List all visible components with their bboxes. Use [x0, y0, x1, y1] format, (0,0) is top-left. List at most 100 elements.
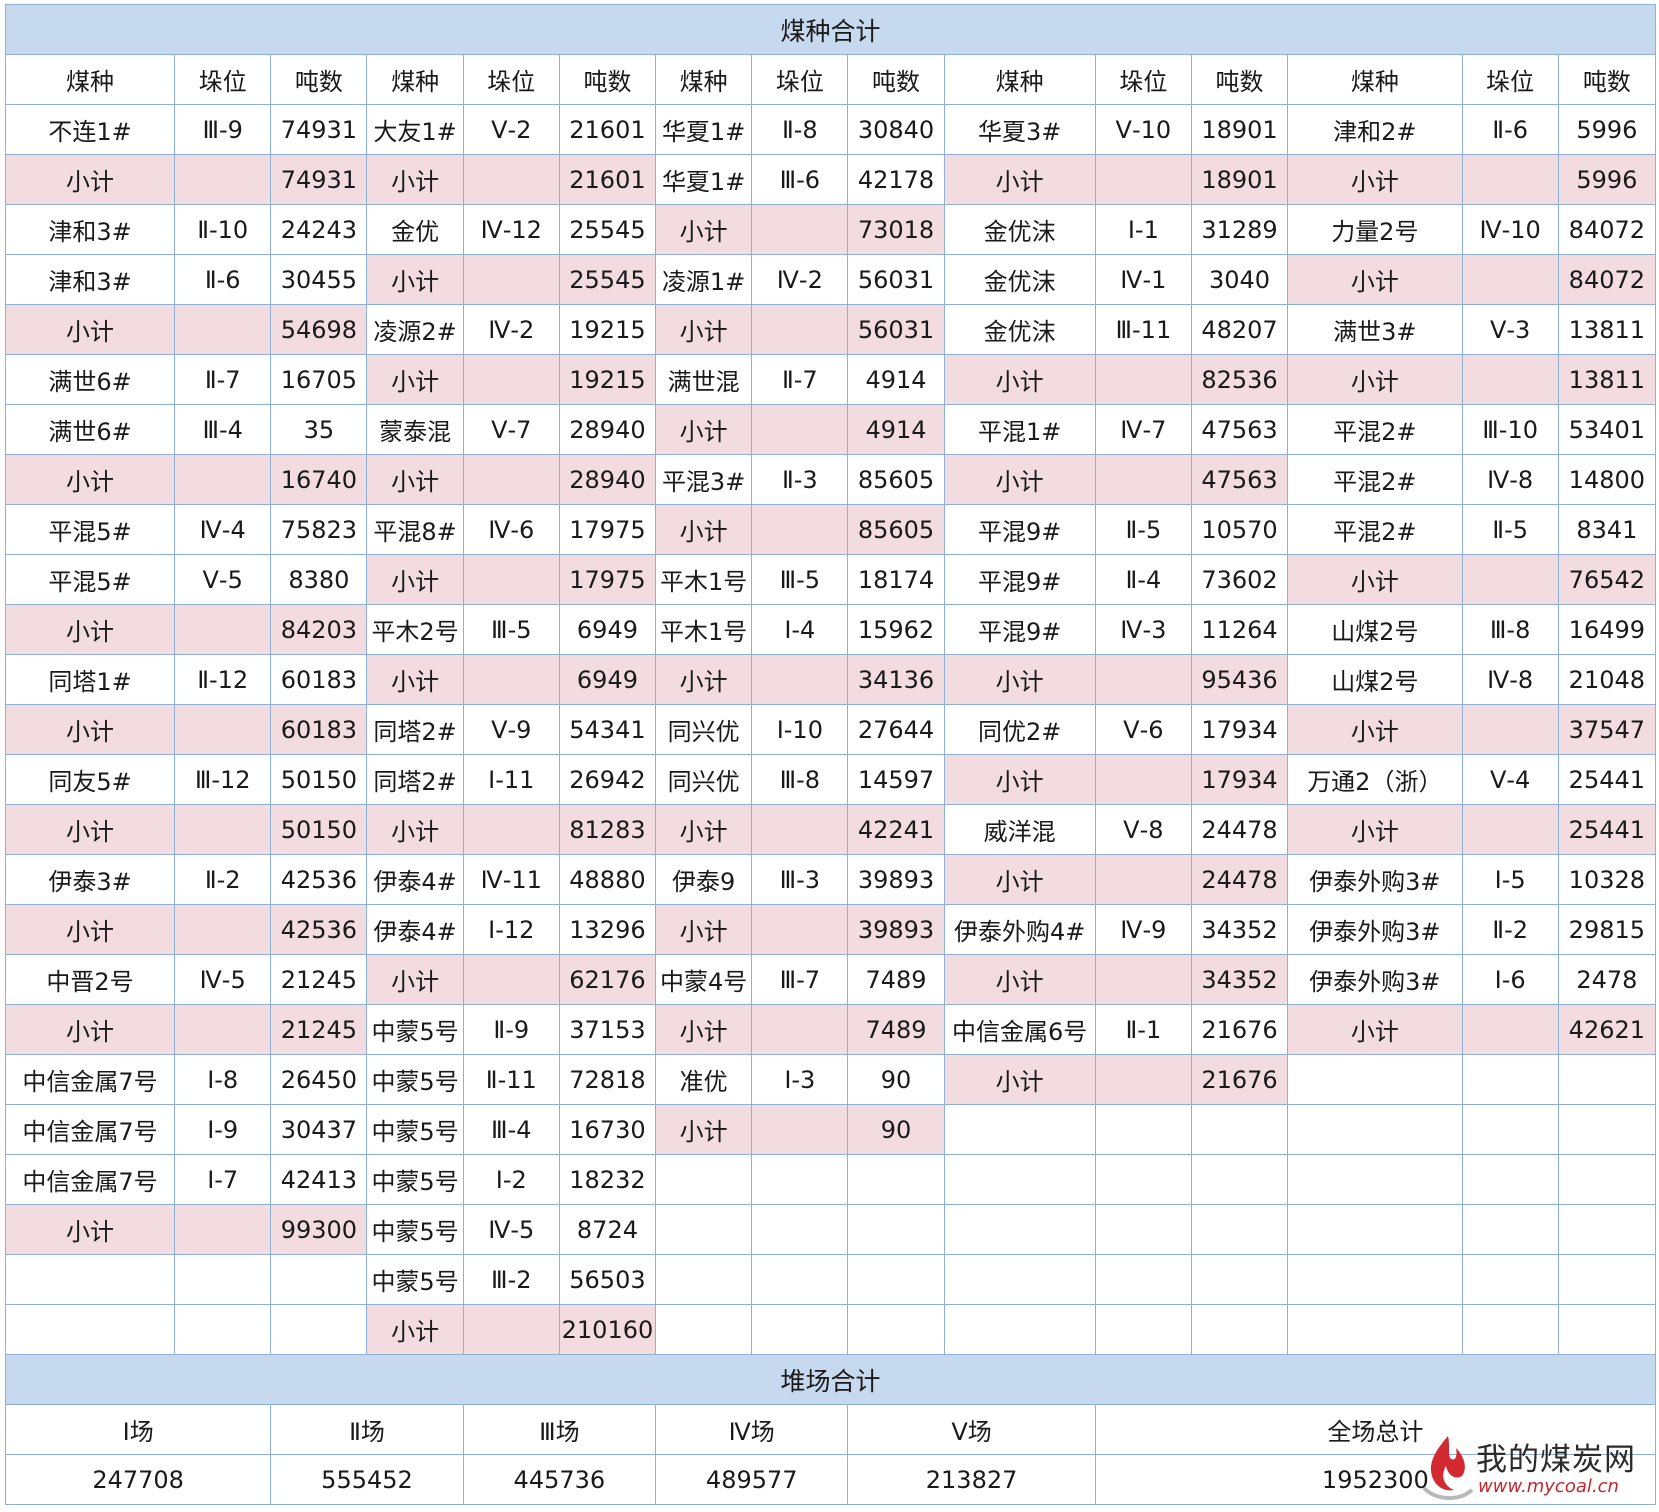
tonnage-cell: 24478 — [1190, 804, 1289, 855]
stack-position-cell: Ⅳ-12 — [462, 204, 560, 255]
subtotal-label: 小计 — [943, 354, 1096, 405]
yard-value: 555452 — [270, 1454, 464, 1505]
table-row: 中信金属7号 Ⅰ-7 42413 中蒙5号 Ⅰ-2 18232 — [4, 1154, 1657, 1205]
tonnage-cell: 37153 — [558, 1004, 657, 1055]
table-row: 小计 21245 中蒙5号 Ⅱ-9 37153 小计 7489 中信金属6号 Ⅱ-1 21676 小… — [4, 1004, 1657, 1055]
coal-type-cell: 满世3# — [1287, 304, 1463, 355]
stack-position-cell: Ⅳ-9 — [1094, 904, 1192, 955]
subtotal-value: 82536 — [1190, 354, 1289, 405]
yard-value: 445736 — [462, 1454, 657, 1505]
coal-type-cell: 平混2# — [1287, 504, 1463, 555]
subtotal-value: 34352 — [1190, 954, 1289, 1005]
subtotal-blank — [174, 704, 272, 755]
stack-position-cell — [1094, 1304, 1192, 1355]
coal-type-cell: 中蒙4号 — [655, 954, 753, 1005]
subtotal-value: 99300 — [270, 1204, 368, 1255]
table-row: 中晋2号 Ⅳ-5 21245 小计 62176 中蒙4号 Ⅲ-7 7489 小计 34352 伊泰外… — [4, 954, 1657, 1005]
subtotal-value: 21601 — [558, 154, 657, 205]
column-header: 垛位 — [174, 54, 272, 105]
stack-position-cell: Ⅱ-5 — [1094, 504, 1192, 555]
subtotal-label: 小计 — [366, 454, 464, 505]
tonnage-cell — [1557, 1154, 1657, 1205]
subtotal-label: 小计 — [366, 354, 464, 405]
column-header: 垛位 — [1094, 54, 1192, 105]
subtotal-blank — [174, 804, 272, 855]
subtotal-label: 小计 — [4, 904, 176, 955]
stack-position-cell: Ⅳ-5 — [462, 1204, 560, 1255]
tonnage-cell: 3040 — [1190, 254, 1289, 305]
yard-value-row: 247708 555452 445736 489577 213827 19523… — [4, 1454, 1657, 1505]
table-row: 同塔1# Ⅱ-12 60183 小计 6949 小计 34136 小计 95436 山煤2号 Ⅳ-8… — [4, 654, 1657, 705]
stack-position-cell: Ⅳ-8 — [1461, 654, 1559, 705]
coal-type-cell: 金优沫 — [943, 304, 1096, 355]
coal-type-cell: 同塔2# — [366, 704, 464, 755]
subtotal-value: 47563 — [1190, 454, 1289, 505]
table-row: 中信金属7号 Ⅰ-8 26450 中蒙5号 Ⅱ-11 72818 准优 Ⅰ-3 90 小计 2167… — [4, 1054, 1657, 1105]
stack-position-cell: Ⅲ-6 — [751, 154, 849, 205]
subtotal-value: 21676 — [1190, 1054, 1289, 1105]
coal-type-cell: 平混2# — [1287, 404, 1463, 455]
subtotal-label: 小计 — [4, 1004, 176, 1055]
subtotal-value: 16740 — [270, 454, 368, 505]
mycoal-watermark: 我的煤炭网 www.mycoal.cn — [1418, 1428, 1658, 1508]
subtotal-blank — [751, 904, 849, 955]
table-row: 伊泰3# Ⅱ-2 42536 伊泰4# Ⅳ-11 48880 伊泰9 Ⅲ-3 39893 小计 24… — [4, 854, 1657, 905]
subtotal-blank — [751, 204, 849, 255]
stack-position-cell: Ⅴ-5 — [174, 554, 272, 605]
tonnage-cell: 42178 — [847, 154, 945, 205]
stack-position-cell — [1461, 1154, 1559, 1205]
coal-type-cell: 平木1号 — [655, 604, 753, 655]
subtotal-label: 小计 — [655, 654, 753, 705]
subtotal-blank — [174, 154, 272, 205]
coal-type-cell — [655, 1254, 753, 1305]
stack-position-cell: Ⅱ-11 — [462, 1054, 560, 1105]
yard-header: Ⅴ场 — [847, 1404, 1096, 1455]
subtotal-blank — [174, 604, 272, 655]
subtotal-blank — [174, 304, 272, 355]
tonnage-cell: 73602 — [1190, 554, 1289, 605]
table-row: 满世6# Ⅲ-4 35 蒙泰混 Ⅴ-7 28940 小计 4914 平混1# Ⅳ-7 47563 平混… — [4, 404, 1657, 455]
stack-position-cell — [1461, 1304, 1559, 1355]
coal-type-cell: 中信金属7号 — [4, 1054, 176, 1105]
tonnage-cell — [1557, 1104, 1657, 1155]
subtotal-value: 13811 — [1557, 354, 1657, 405]
subtotal-label: 小计 — [366, 1304, 464, 1355]
subtotal-blank — [462, 654, 560, 705]
subtotal-value: 17934 — [1190, 754, 1289, 805]
stack-position-cell: Ⅲ-3 — [751, 854, 849, 905]
subtotal-label: 小计 — [943, 154, 1096, 205]
coal-type-cell: 同塔1# — [4, 654, 176, 705]
tonnage-cell: 18232 — [558, 1154, 657, 1205]
subtotal-value: 34136 — [847, 654, 945, 705]
subtotal-label: 小计 — [655, 1004, 753, 1055]
tonnage-cell: 10570 — [1190, 504, 1289, 555]
coal-type-cell: 华夏1# — [655, 104, 753, 155]
tonnage-cell: 35 — [270, 404, 368, 455]
tonnage-cell — [1190, 1104, 1289, 1155]
column-header: 煤种 — [4, 54, 176, 105]
coal-type-cell: 中蒙5号 — [366, 1204, 464, 1255]
tonnage-cell: 56503 — [558, 1254, 657, 1305]
coal-type-cell: 山煤2号 — [1287, 654, 1463, 705]
table-row: 中信金属7号 Ⅰ-9 30437 中蒙5号 Ⅲ-4 16730 小计 90 — [4, 1104, 1657, 1155]
subtotal-label: 小计 — [1287, 354, 1463, 405]
stack-position-cell: Ⅱ-3 — [751, 454, 849, 505]
stack-position-cell — [1461, 1104, 1559, 1155]
coal-type-cell: 伊泰9 — [655, 854, 753, 905]
tonnage-cell: 85605 — [847, 454, 945, 505]
column-header: 垛位 — [1461, 54, 1559, 105]
tonnage-cell: 60183 — [270, 654, 368, 705]
subtotal-value: 19215 — [558, 354, 657, 405]
column-header: 煤种 — [943, 54, 1096, 105]
subtotal-label: 小计 — [366, 154, 464, 205]
subtotal-blank — [1094, 754, 1192, 805]
stack-position-cell: Ⅲ-2 — [462, 1254, 560, 1305]
coal-type-cell: 中蒙5号 — [366, 1254, 464, 1305]
coal-type-cell: 金优沫 — [943, 204, 1096, 255]
stack-position-cell: Ⅳ-10 — [1461, 204, 1559, 255]
subtotal-label: 小计 — [655, 304, 753, 355]
subtotal-label: 小计 — [1287, 704, 1463, 755]
tonnage-cell: 28940 — [558, 404, 657, 455]
coal-type-cell: 中蒙5号 — [366, 1104, 464, 1155]
coal-type-cell: 津和3# — [4, 254, 176, 305]
